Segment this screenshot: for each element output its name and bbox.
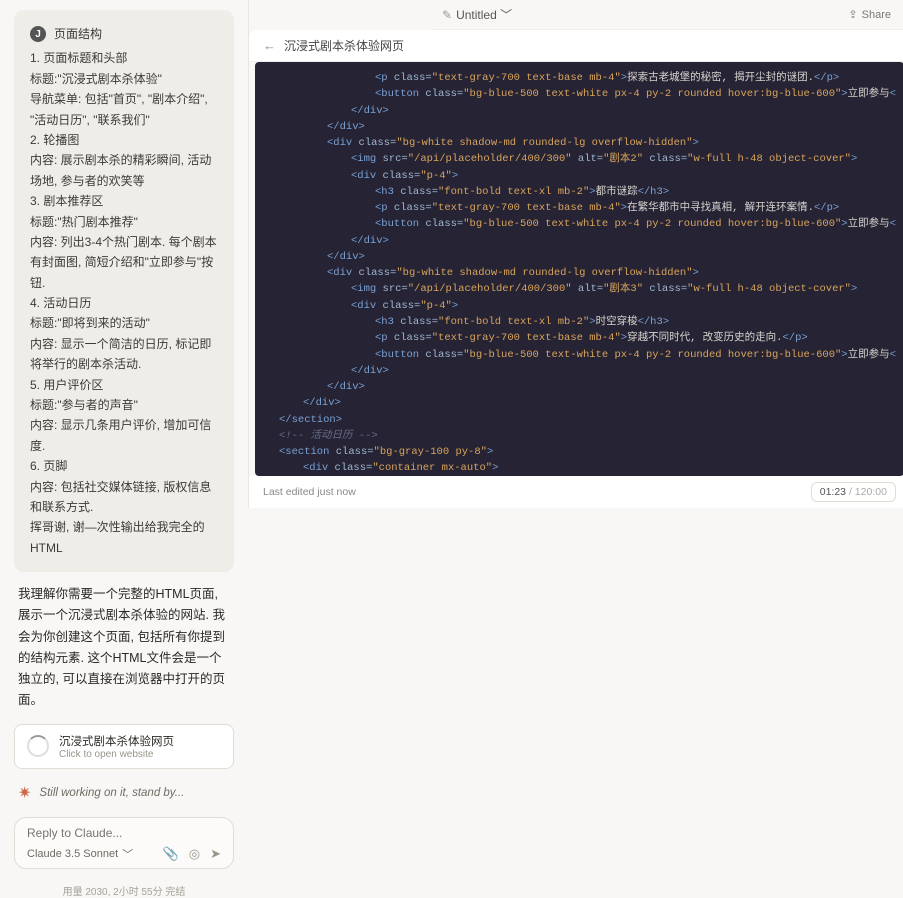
camera-icon[interactable]: ◎	[189, 846, 200, 862]
user-line: 内容: 列出3-4个热门剧本. 每个剧本有封面图, 简短介绍和"立即参与"按钮.	[30, 232, 218, 293]
send-button[interactable]: ➤	[210, 846, 221, 862]
code-line: </div>	[263, 395, 896, 411]
top-bar: ✎ Untitled ﹀ ⇪ Share	[430, 0, 903, 30]
share-icon: ⇪	[848, 8, 857, 21]
reply-input[interactable]	[27, 826, 221, 840]
chevron-down-icon: ﹀	[500, 8, 512, 22]
last-edited-label: Last edited just now	[263, 486, 356, 498]
user-avatar: J	[30, 26, 46, 42]
chat-icon: ✎	[442, 8, 452, 22]
code-footer: Last edited just now 01:23 / 120:00	[249, 476, 903, 508]
usage-footer: 用量 2030, 2小时 55分 完结	[14, 883, 234, 898]
code-line: </div>	[263, 119, 896, 135]
user-line: 导航菜单: 包括"首页", "剧本介绍", "活动日历", "联系我们"	[30, 89, 218, 130]
user-line: 标题:"沉浸式剧本杀体验"	[30, 69, 218, 89]
code-line: <button class="bg-blue-500 text-white px…	[263, 347, 896, 363]
artifact-header: ← 沉浸式剧本杀体验网页	[249, 30, 903, 62]
working-text: Still working on it, stand by...	[39, 787, 184, 799]
code-line: <div class="container mx-auto">	[263, 460, 896, 476]
code-line: <img src="/api/placeholder/400/300" alt=…	[263, 151, 896, 167]
user-message: J 页面结构 1. 页面标题和头部标题:"沉浸式剧本杀体验"导航菜单: 包括"首…	[14, 10, 234, 572]
user-line: 挥哥谢, 谢—次性输出给我完全的HTML	[30, 517, 218, 558]
user-line: 内容: 包括社交媒体链接, 版权信息和联系方式.	[30, 477, 218, 518]
code-line: <!-- 活动日历 -->	[263, 428, 896, 444]
user-line: 6. 页脚	[30, 456, 218, 476]
model-selector[interactable]: Claude 3.5 Sonnet ﹀	[27, 846, 133, 862]
user-line: 内容: 显示几条用户评价, 增加可信度.	[30, 415, 218, 456]
code-line: </div>	[263, 103, 896, 119]
share-button[interactable]: ⇪ Share	[848, 8, 891, 21]
timer: 01:23 / 120:00	[811, 482, 896, 502]
user-line: 标题:"热门剧本推荐"	[30, 212, 218, 232]
code-line: <div class="bg-white shadow-md rounded-l…	[263, 135, 896, 151]
code-line: </div>	[263, 249, 896, 265]
code-line: </div>	[263, 363, 896, 379]
artifact-title: 沉浸式剧本杀体验网页	[59, 733, 174, 749]
artifact-card[interactable]: 沉浸式剧本杀体验网页 Click to open website	[14, 724, 234, 769]
working-indicator: ✷ Still working on it, stand by...	[14, 779, 234, 807]
back-arrow-icon[interactable]: ←	[263, 38, 276, 53]
code-line: <section class="bg-gray-100 py-8">	[263, 444, 896, 460]
assistant-message: 我理解你需要一个完整的HTML页面, 展示一个沉浸式剧本杀体验的网站. 我会为你…	[14, 582, 234, 714]
user-line: 5. 用户评价区	[30, 375, 218, 395]
user-line: 1. 页面标题和头部	[30, 48, 218, 68]
composer: Claude 3.5 Sonnet ﹀ 📎 ◎ ➤	[14, 817, 234, 869]
user-line: 页面结构	[54, 24, 102, 44]
code-line: <button class="bg-blue-500 text-white px…	[263, 86, 896, 102]
spinner-icon	[27, 735, 49, 757]
artifact-header-title: 沉浸式剧本杀体验网页	[284, 37, 404, 54]
code-line: <h3 class="font-bold text-xl mb-2">都市谜踪<…	[263, 184, 896, 200]
code-line: </div>	[263, 233, 896, 249]
code-line: <p class="text-gray-700 text-base mb-4">…	[263, 330, 896, 346]
code-line: </section>	[263, 412, 896, 428]
document-title[interactable]: Untitled ﹀	[456, 6, 512, 23]
code-line: <h3 class="font-bold text-xl mb-2">时空穿梭<…	[263, 314, 896, 330]
user-line: 内容: 显示一个简洁的日历, 标记即将举行的剧本杀活动.	[30, 334, 218, 375]
user-line: 2. 轮播图	[30, 130, 218, 150]
user-line: 内容: 展示剧本杀的精彩瞬间, 活动场地, 参与者的欢笑等	[30, 150, 218, 191]
code-line: <div class="p-4">	[263, 168, 896, 184]
code-line: <div class="p-4">	[263, 298, 896, 314]
chevron-down-icon: ﹀	[122, 846, 133, 862]
user-line: 3. 剧本推荐区	[30, 191, 218, 211]
user-line: 标题:"参与者的声音"	[30, 395, 218, 415]
model-label: Claude 3.5 Sonnet	[27, 848, 118, 860]
code-line: <div class="bg-white shadow-md rounded-l…	[263, 265, 896, 281]
user-line: 4. 活动日历	[30, 293, 218, 313]
attachment-icon[interactable]: 📎	[163, 846, 179, 862]
code-line: <p class="text-gray-700 text-base mb-4">…	[263, 200, 896, 216]
spark-icon: ✷	[18, 783, 31, 803]
code-line: <button class="bg-blue-500 text-white px…	[263, 216, 896, 232]
user-line: 标题:"即将到来的活动"	[30, 313, 218, 333]
code-line: <p class="text-gray-700 text-base mb-4">…	[263, 70, 896, 86]
code-line: <img src="/api/placeholder/400/300" alt=…	[263, 281, 896, 297]
code-viewer[interactable]: <p class="text-gray-700 text-base mb-4">…	[255, 62, 903, 476]
code-line: </div>	[263, 379, 896, 395]
artifact-subtitle: Click to open website	[59, 749, 174, 760]
